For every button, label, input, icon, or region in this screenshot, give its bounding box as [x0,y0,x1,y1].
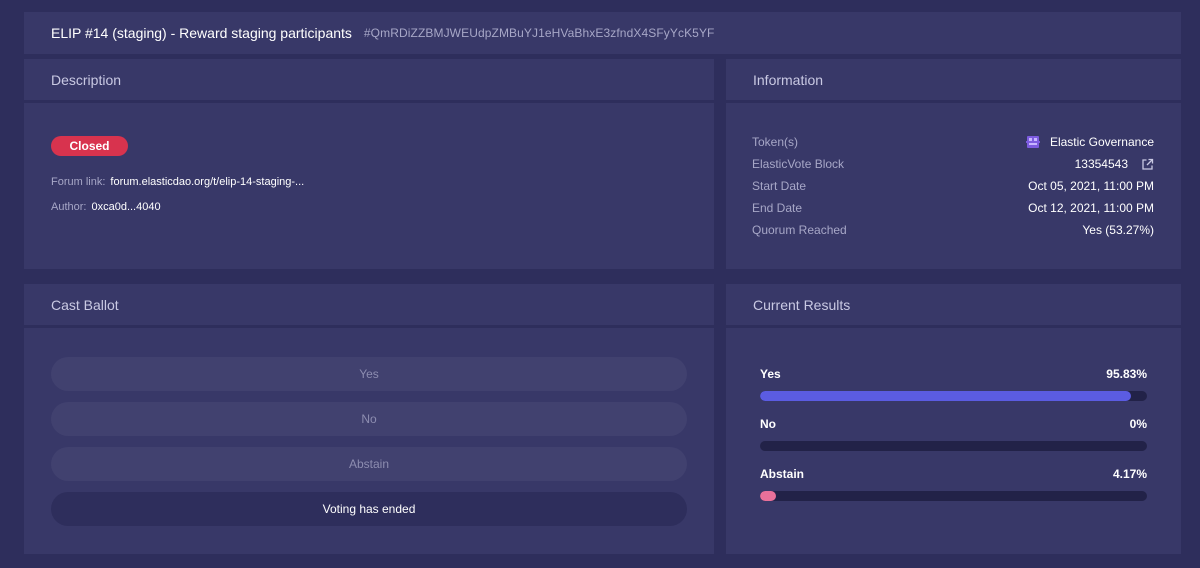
token-icon [1025,136,1040,148]
author-row: Author: 0xca0d...4040 [51,201,161,213]
description-panel: Description Closed Forum link: forum.ela… [24,59,714,269]
current-results-heading: Current Results [726,284,1181,328]
info-row-tokens: Token(s) Elastic Governance [752,135,1154,149]
info-label: Start Date [752,179,807,193]
vote-yes-button[interactable]: Yes [51,357,687,391]
info-label: Quorum Reached [752,223,847,237]
result-label: Abstain [760,467,805,481]
info-value-wrap: 13354543 [1075,157,1154,171]
result-bar-track [760,391,1147,401]
result-row-no: No 0% [760,417,1147,431]
vote-no-button[interactable]: No [51,402,687,436]
current-results-panel: Current Results Yes 95.83% No 0% Abstain… [726,284,1181,554]
block-number: 13354543 [1074,157,1128,171]
token-name: Elastic Governance [1049,135,1154,149]
result-row-abstain: Abstain 4.17% [760,467,1147,481]
info-label: Token(s) [752,135,799,149]
result-row-yes: Yes 95.83% [760,367,1147,381]
vote-abstain-button[interactable]: Abstain [51,447,687,481]
info-row-start-date: Start Date Oct 05, 2021, 11:00 PM [752,179,1154,193]
forum-link-label: Forum link: [51,176,106,188]
result-bar-abstain [760,491,777,501]
info-row-quorum: Quorum Reached Yes (53.27%) [752,223,1154,237]
info-value-wrap: Elastic Governance [1025,135,1154,149]
result-bar-track [760,441,1147,451]
voting-ended-button[interactable]: Voting has ended [51,492,687,526]
result-label: Yes [760,367,781,381]
result-bar-track [760,491,1147,501]
proposal-title: ELIP #14 (staging) - Reward staging part… [51,25,352,41]
quorum-value: Yes (53.27%) [1082,223,1154,237]
forum-link[interactable]: forum.elasticdao.org/t/elip-14-staging-.… [110,176,304,188]
result-percent: 0% [1129,417,1147,431]
cast-ballot-panel: Cast Ballot Yes No Abstain Voting has en… [24,284,714,554]
cast-ballot-heading: Cast Ballot [24,284,714,328]
proposal-hash[interactable]: #QmRDiZZBMJWEUdpZMBuYJ1eHVaBhxE3zfndX4SF… [364,26,715,40]
proposal-title-bar: ELIP #14 (staging) - Reward staging part… [24,12,1181,54]
description-heading: Description [24,59,714,103]
result-percent: 4.17% [1112,467,1147,481]
external-link-icon[interactable] [1141,158,1154,171]
information-panel: Information Token(s) Elastic Governance … [726,59,1181,269]
result-label: No [760,417,776,431]
start-date: Oct 05, 2021, 11:00 PM [1028,179,1154,193]
information-heading: Information [726,59,1181,103]
author-label: Author: [51,201,87,213]
result-percent: 95.83% [1106,367,1147,381]
result-bar-yes [760,391,1131,401]
info-label: ElasticVote Block [752,157,845,171]
end-date: Oct 12, 2021, 11:00 PM [1028,201,1154,215]
info-label: End Date [752,201,803,215]
forum-link-row: Forum link: forum.elasticdao.org/t/elip-… [51,176,304,188]
status-badge: Closed [51,136,128,156]
info-row-block: ElasticVote Block 13354543 [752,157,1154,171]
author-address[interactable]: 0xca0d...4040 [91,201,160,213]
info-row-end-date: End Date Oct 12, 2021, 11:00 PM [752,201,1154,215]
